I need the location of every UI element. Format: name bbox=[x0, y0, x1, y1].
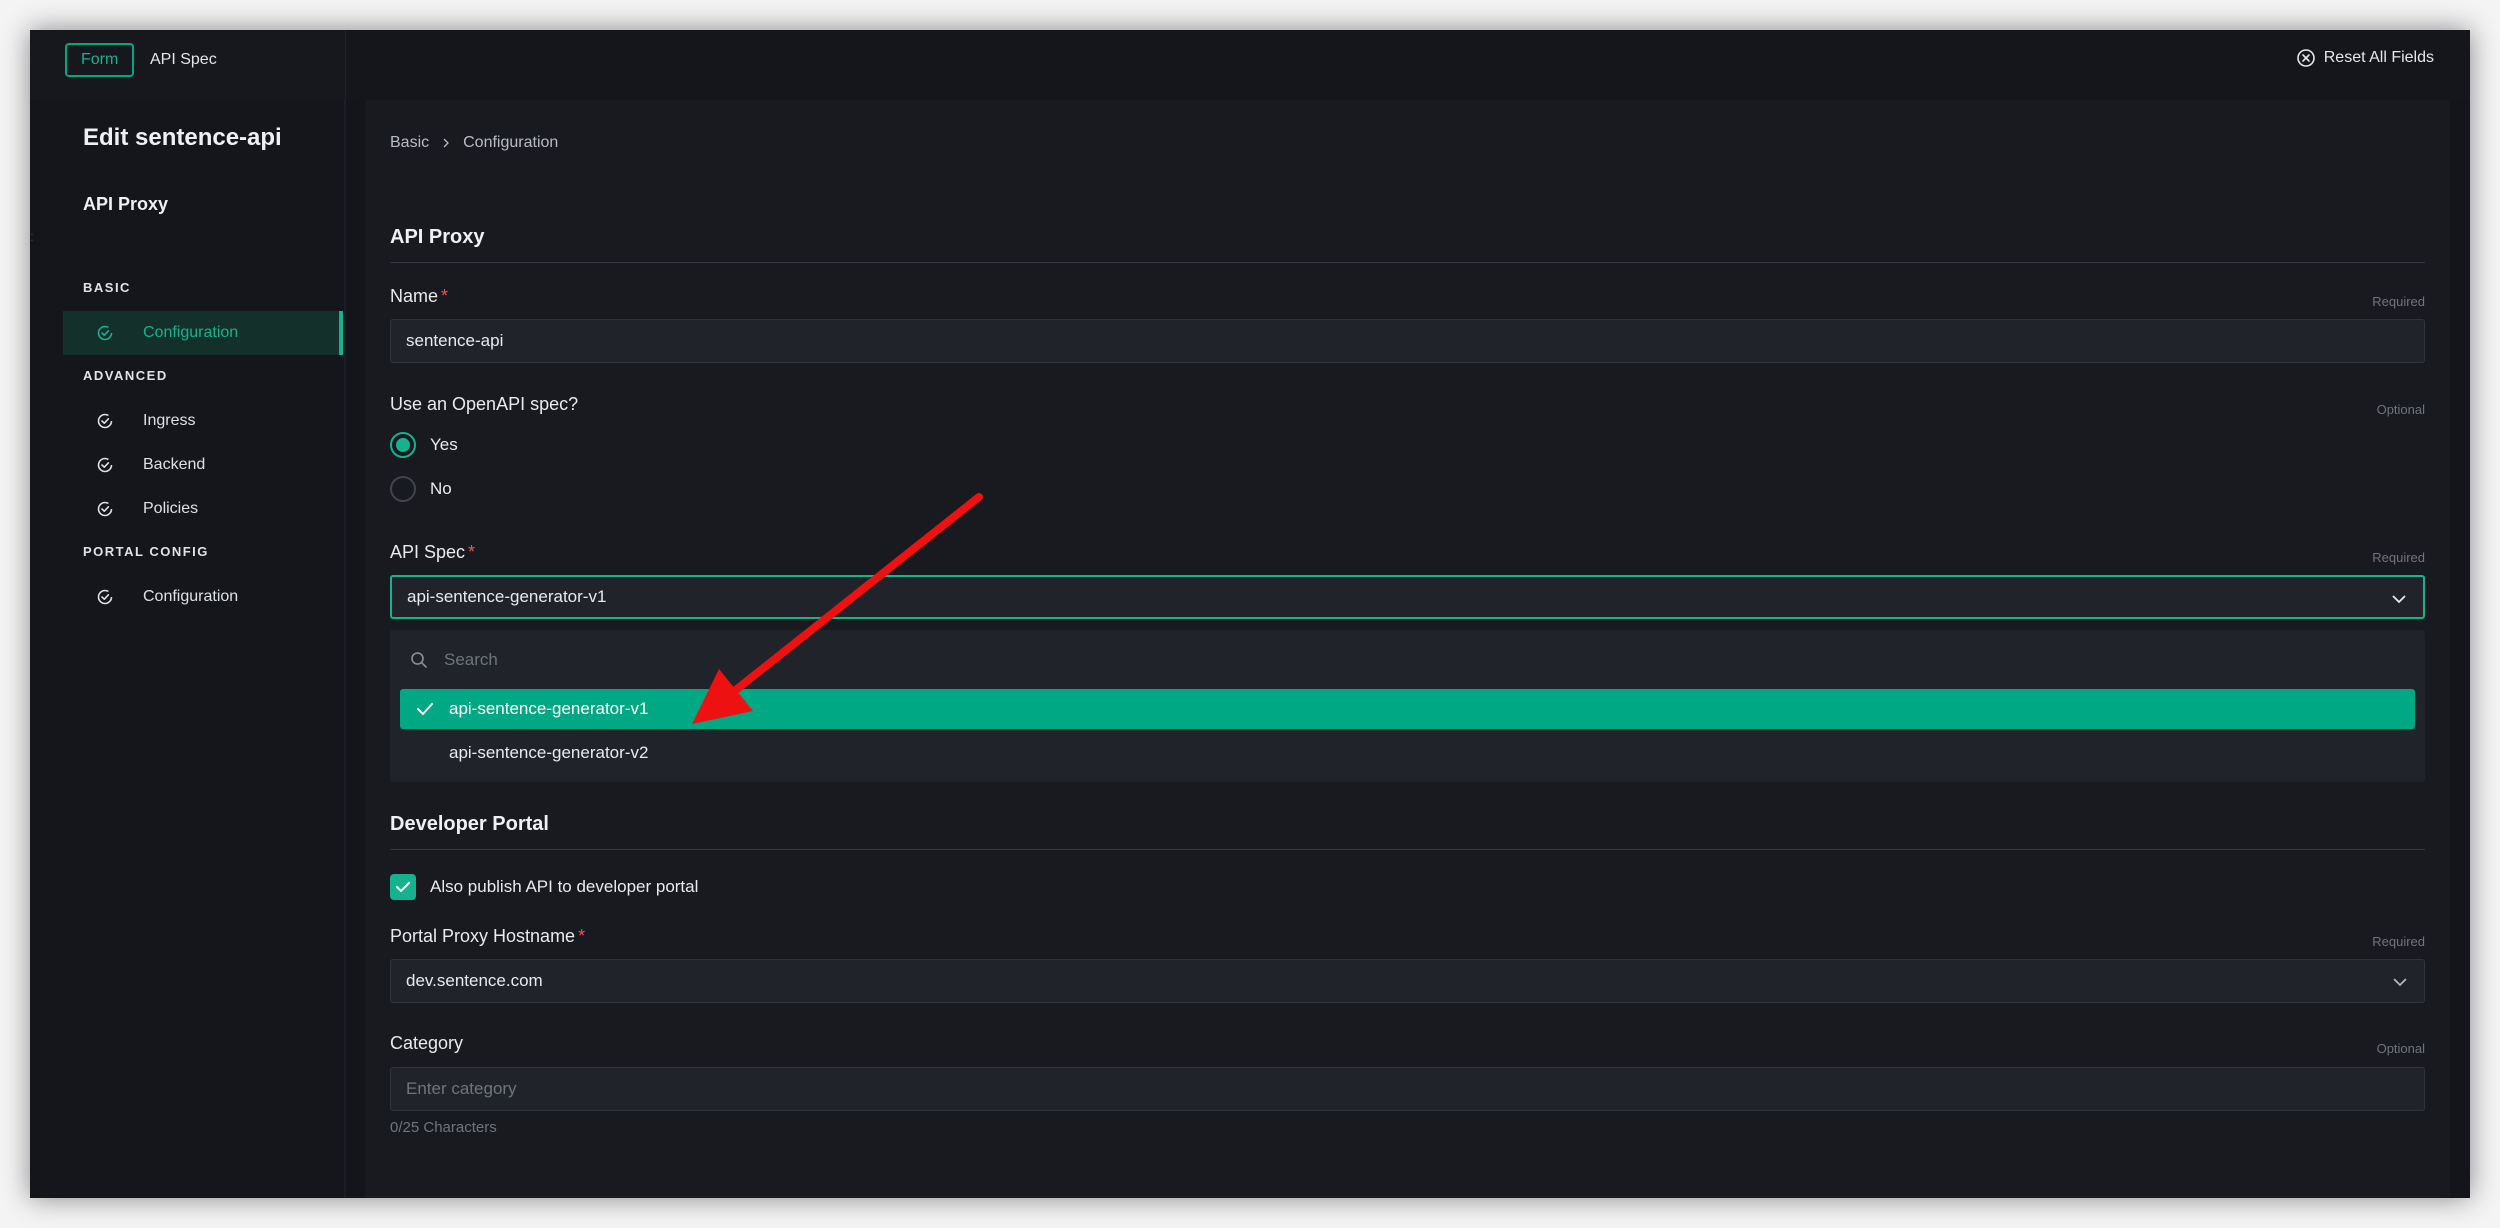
option-label: api-sentence-generator-v2 bbox=[449, 743, 649, 762]
api-spec-dropdown: Search api-sentence-generator-v1 api-sen… bbox=[390, 630, 2425, 782]
tab-api-spec[interactable]: API Spec bbox=[150, 43, 217, 77]
sidebar-subtitle: API Proxy bbox=[83, 194, 169, 214]
checkmark-icon bbox=[417, 703, 433, 715]
sidebar: Edit sentence-api API Proxy BASIC Config… bbox=[40, 100, 346, 1198]
option-label: api-sentence-generator-v1 bbox=[449, 699, 649, 718]
sidebar-section-basic: BASIC bbox=[83, 280, 131, 295]
category-label: Category bbox=[390, 1033, 464, 1053]
sidebar-item-label: Configuration bbox=[143, 588, 239, 605]
check-circle-icon bbox=[97, 589, 113, 605]
openapi-label: Use an OpenAPI spec? bbox=[390, 394, 579, 414]
breadcrumb: Basic Configuration bbox=[390, 134, 558, 152]
category-placeholder: Enter category bbox=[406, 1079, 517, 1098]
edge-glyph: : bbox=[30, 228, 34, 244]
radio-yes-label: Yes bbox=[430, 435, 458, 454]
form-content: Basic Configuration API Proxy Name * Requ… bbox=[390, 100, 2425, 1198]
name-hint: Required bbox=[2372, 294, 2425, 309]
sidebar-item-ingress[interactable]: Ingress bbox=[63, 399, 343, 443]
sidebar-title: Edit sentence-api bbox=[83, 124, 282, 151]
reset-all-fields-button[interactable]: Reset All Fields bbox=[2296, 48, 2434, 68]
sidebar-item-label: Policies bbox=[143, 500, 199, 517]
name-value: sentence-api bbox=[406, 331, 504, 350]
radio-no[interactable]: No bbox=[390, 476, 452, 502]
api-spec-label: API Spec * bbox=[390, 542, 475, 563]
search-icon bbox=[411, 652, 427, 668]
name-label: Name * bbox=[390, 286, 448, 307]
hostname-label-text: Portal Proxy Hostname bbox=[390, 926, 576, 946]
radio-yes[interactable]: Yes bbox=[390, 432, 458, 458]
sidebar-section-portal-config: PORTAL CONFIG bbox=[83, 544, 209, 559]
close-circle-icon bbox=[2296, 49, 2315, 67]
api-spec-select[interactable]: api-sentence-generator-v1 bbox=[390, 575, 2425, 619]
publish-checkbox[interactable]: Also publish API to developer portal bbox=[390, 874, 698, 900]
hostname-label: Portal Proxy Hostname * bbox=[390, 926, 585, 947]
required-star: * bbox=[578, 926, 586, 946]
top-bar-actions: Reset All Fields bbox=[346, 30, 2470, 100]
chevron-down-icon bbox=[2393, 978, 2407, 986]
name-label-text: Name bbox=[390, 286, 439, 306]
app-window: Form API Spec Reset All Fields : Edit se… bbox=[30, 30, 2470, 1198]
checkbox-indicator bbox=[390, 874, 416, 900]
sidebar-item-backend[interactable]: Backend bbox=[63, 443, 343, 487]
check-circle-icon bbox=[97, 457, 113, 473]
sidebar-item-label: Ingress bbox=[143, 412, 196, 429]
section-title-api-proxy: API Proxy bbox=[390, 226, 485, 248]
section-divider bbox=[390, 849, 2425, 850]
hostname-value: dev.sentence.com bbox=[406, 971, 543, 990]
sidebar-item-portal-configuration[interactable]: Configuration bbox=[63, 575, 343, 619]
publish-label: Also publish API to developer portal bbox=[430, 877, 699, 896]
top-bar: Form API Spec Reset All Fields bbox=[30, 30, 2470, 100]
sidebar-item-label: Backend bbox=[143, 456, 206, 473]
check-circle-icon bbox=[97, 413, 113, 429]
category-hint: Optional bbox=[2376, 1041, 2425, 1056]
dropdown-option-v1[interactable]: api-sentence-generator-v1 bbox=[400, 689, 2415, 729]
radio-no-indicator bbox=[390, 476, 416, 502]
chevron-right-icon bbox=[443, 138, 450, 148]
api-spec-label-text: API Spec bbox=[390, 542, 466, 562]
hostname-hint: Required bbox=[2372, 934, 2425, 949]
checkmark-icon bbox=[396, 882, 410, 892]
section-divider bbox=[390, 262, 2425, 263]
check-circle-icon bbox=[97, 325, 113, 341]
required-star: * bbox=[468, 542, 476, 562]
sidebar-item-label: Configuration bbox=[143, 324, 239, 341]
section-title-developer-portal: Developer Portal bbox=[390, 813, 549, 835]
api-spec-hint: Required bbox=[2372, 550, 2425, 565]
required-star: * bbox=[441, 286, 449, 306]
sidebar-section-advanced: ADVANCED bbox=[83, 368, 168, 383]
view-switcher: Form API Spec bbox=[30, 30, 346, 100]
chevron-down-icon bbox=[2392, 595, 2406, 603]
radio-yes-indicator bbox=[390, 432, 416, 458]
name-input[interactable]: sentence-api bbox=[390, 319, 2425, 363]
dropdown-search[interactable]: Search bbox=[410, 642, 2405, 678]
check-circle-icon bbox=[97, 501, 113, 517]
api-spec-value: api-sentence-generator-v1 bbox=[407, 587, 607, 606]
hostname-select[interactable]: dev.sentence.com bbox=[390, 959, 2425, 1003]
reset-label: Reset All Fields bbox=[2323, 49, 2434, 66]
search-placeholder: Search bbox=[444, 650, 498, 669]
sidebar-item-policies[interactable]: Policies bbox=[63, 487, 343, 531]
dropdown-option-v2[interactable]: api-sentence-generator-v2 bbox=[400, 733, 2415, 773]
main-panel: Basic Configuration API Proxy Name * Requ… bbox=[365, 100, 2450, 1198]
category-input[interactable]: Enter category bbox=[390, 1067, 2425, 1111]
radio-no-label: No bbox=[430, 479, 452, 498]
sidebar-item-configuration[interactable]: Configuration bbox=[63, 311, 343, 355]
openapi-hint: Optional bbox=[2376, 402, 2425, 417]
tab-form[interactable]: Form bbox=[65, 43, 135, 77]
category-char-counter: 0/25 Characters bbox=[390, 1119, 497, 1136]
breadcrumb-item-configuration: Configuration bbox=[463, 134, 559, 151]
breadcrumb-item-basic[interactable]: Basic bbox=[390, 134, 429, 152]
